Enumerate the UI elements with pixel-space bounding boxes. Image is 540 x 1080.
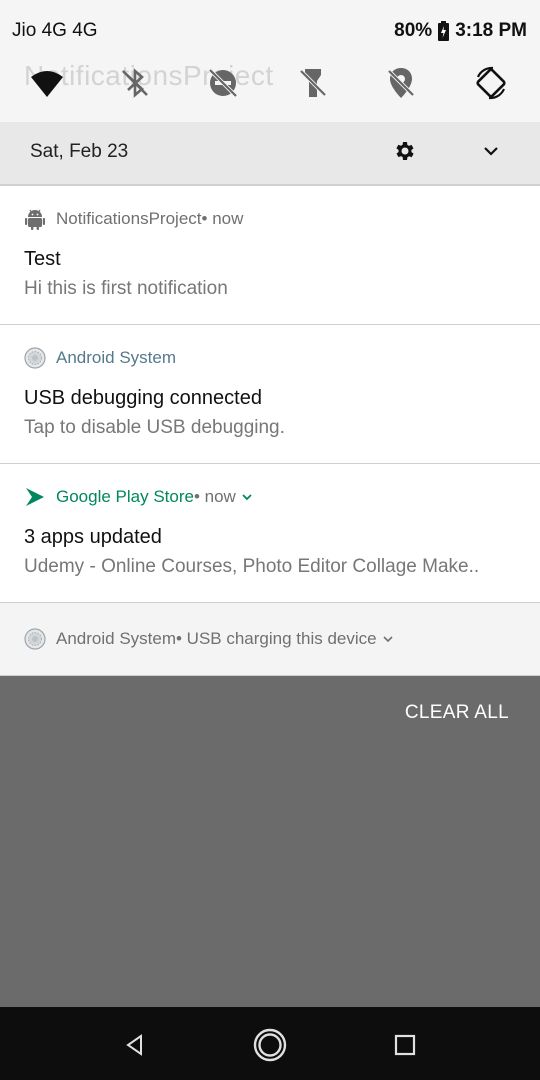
notification-title: 3 apps updated <box>24 526 162 548</box>
notification-text: Hi this is first notification <box>24 278 228 299</box>
home-button[interactable] <box>250 1025 290 1065</box>
notification-summary: • USB charging this device <box>176 629 377 648</box>
back-icon <box>126 1034 142 1056</box>
notification-card[interactable]: Android System USB debugging connected T… <box>0 325 540 464</box>
notification-app-name: Android System <box>56 348 176 367</box>
notification-header: NotificationsProject • now <box>24 208 243 230</box>
notification-app-name: Google Play Store <box>56 487 194 506</box>
location-tile[interactable] <box>378 60 424 106</box>
status-bar: Jio 4G 4G 80% 3:18 PM <box>0 0 540 60</box>
quick-settings-panel: NotificationsProject Jio 4G 4G 80% 3:18 … <box>0 0 540 122</box>
clear-all-button[interactable]: CLEAR ALL <box>405 702 509 724</box>
bluetooth-off-icon <box>122 68 148 98</box>
chevron-down-icon[interactable] <box>381 632 395 646</box>
chevron-down-icon <box>484 147 498 156</box>
notification-card[interactable]: NotificationsProject • now Test Hi this … <box>0 186 540 325</box>
wifi-icon <box>31 71 63 97</box>
carrier-label: Jio 4G 4G <box>12 20 98 41</box>
notification-app-name: Android System <box>56 629 176 648</box>
recents-button[interactable] <box>385 1025 425 1065</box>
notification-card-collapsed[interactable]: Android System • USB charging this devic… <box>0 603 540 676</box>
notification-title: Test <box>24 248 61 270</box>
notification-app-name: NotificationsProject <box>56 209 202 228</box>
settings-button[interactable] <box>389 136 419 166</box>
play-store-icon <box>24 486 46 508</box>
flashlight-off-icon <box>298 68 328 98</box>
back-button[interactable] <box>115 1025 155 1065</box>
notification-header: Android System • USB charging this devic… <box>24 628 395 650</box>
clock: 3:18 PM <box>455 20 527 41</box>
location-off-icon <box>386 68 416 98</box>
notification-header: Android System <box>24 347 176 369</box>
notification-title: USB debugging connected <box>24 387 262 409</box>
wifi-tile[interactable] <box>24 60 70 106</box>
do-not-disturb-off-icon <box>207 67 239 99</box>
auto-rotate-icon <box>476 66 506 100</box>
auto-rotate-tile[interactable] <box>468 60 514 106</box>
dnd-tile[interactable] <box>200 60 246 106</box>
chevron-down-icon[interactable] <box>240 490 254 504</box>
battery-charging-icon <box>438 21 450 41</box>
quick-settings-tiles <box>0 60 540 106</box>
gear-icon <box>396 142 414 160</box>
notification-header: Google Play Store • now <box>24 486 254 508</box>
date-label: Sat, Feb 23 <box>30 141 129 162</box>
notification-text: Udemy - Online Courses, Photo Editor Col… <box>24 556 480 577</box>
notification-card[interactable]: Google Play Store • now 3 apps updated U… <box>0 464 540 603</box>
status-right: 80% 3:18 PM <box>394 20 527 42</box>
expand-button[interactable] <box>476 136 506 166</box>
notification-text: Tap to disable USB debugging. <box>24 417 285 438</box>
notification-time: • now <box>201 209 244 228</box>
android-system-icon <box>24 628 46 650</box>
android-system-icon <box>24 347 46 369</box>
flashlight-tile[interactable] <box>290 60 336 106</box>
battery-percent: 80% <box>394 20 433 41</box>
bluetooth-tile[interactable] <box>112 60 158 106</box>
date-bar: Sat, Feb 23 <box>0 122 540 186</box>
recents-icon <box>394 1034 416 1056</box>
home-icon <box>253 1028 287 1062</box>
navigation-bar <box>0 1007 540 1080</box>
android-robot-icon <box>24 208 46 230</box>
notification-time: • now <box>193 487 236 506</box>
